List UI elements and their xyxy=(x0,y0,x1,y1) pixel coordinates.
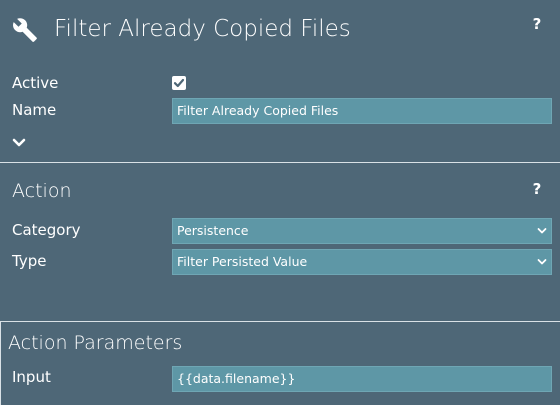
active-label: Active xyxy=(12,74,59,92)
action-help-button[interactable]: ? xyxy=(530,180,544,198)
action-parameters-title: Action Parameters xyxy=(8,332,183,354)
name-field[interactable]: Filter Already Copied Files xyxy=(172,98,552,124)
input-label: Input xyxy=(12,368,51,386)
chevron-down-icon xyxy=(537,228,547,234)
active-checkbox[interactable] xyxy=(172,76,186,90)
chevron-down-icon xyxy=(537,259,547,265)
section-divider xyxy=(0,162,560,163)
page-title: Filter Already Copied Files xyxy=(54,16,351,42)
help-button[interactable]: ? xyxy=(530,15,544,33)
category-label: Category xyxy=(12,221,81,239)
wrench-icon xyxy=(12,17,38,43)
chevron-down-icon[interactable] xyxy=(12,134,26,147)
type-select[interactable]: Filter Persisted Value xyxy=(172,249,552,275)
category-select[interactable]: Persistence xyxy=(172,218,552,244)
action-section-title: Action xyxy=(12,180,72,202)
check-icon xyxy=(173,78,185,88)
category-select-value: Persistence xyxy=(177,223,249,238)
type-label: Type xyxy=(12,252,47,270)
input-field[interactable]: {{data.filename}} xyxy=(172,366,552,392)
type-select-value: Filter Persisted Value xyxy=(177,254,308,269)
name-label: Name xyxy=(12,101,57,119)
